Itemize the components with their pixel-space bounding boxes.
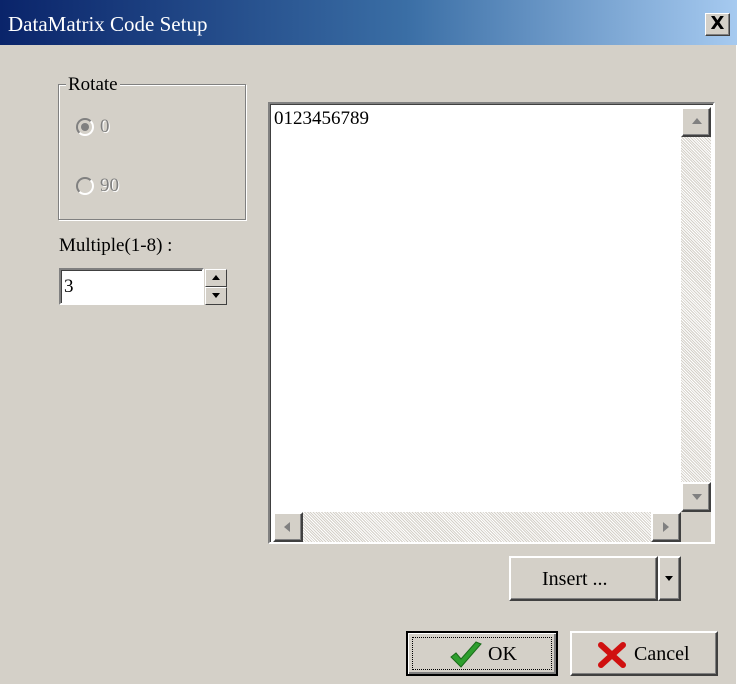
scroll-up-arrow-icon xyxy=(692,118,702,124)
scroll-left-arrow-icon xyxy=(284,522,290,532)
spin-down-icon xyxy=(212,293,220,298)
insert-dropdown-button[interactable] xyxy=(658,556,681,601)
x-mark-icon xyxy=(598,642,626,668)
content-textarea[interactable]: 0123456789 xyxy=(268,102,715,544)
multiple-spin-down-button[interactable] xyxy=(205,287,227,305)
title-bar[interactable]: DataMatrix Code Setup X xyxy=(0,0,737,45)
multiple-spin-up-button[interactable] xyxy=(205,269,227,287)
scrollbar-corner xyxy=(681,512,711,542)
scroll-down-arrow-icon xyxy=(692,494,702,500)
close-icon: X xyxy=(710,13,725,34)
dialog-window: DataMatrix Code Setup X Rotate 0 90 Mult… xyxy=(0,0,737,684)
content-text: 0123456789 xyxy=(274,108,369,129)
rotate-90-radio[interactable] xyxy=(76,177,94,195)
scroll-up-button[interactable] xyxy=(681,107,711,137)
spin-up-icon xyxy=(212,275,220,280)
rotate-0-label: 0 xyxy=(100,116,110,137)
rotate-group xyxy=(58,84,246,220)
insert-button[interactable]: Insert ... xyxy=(509,556,658,601)
cancel-button-label: Cancel xyxy=(634,643,690,665)
scroll-left-button[interactable] xyxy=(273,512,303,542)
dropdown-arrow-icon xyxy=(665,576,673,581)
multiple-value: 3 xyxy=(64,276,74,297)
close-button[interactable]: X xyxy=(705,13,730,36)
rotate-0-radio[interactable] xyxy=(76,118,94,136)
window-title: DataMatrix Code Setup xyxy=(8,12,208,36)
cancel-button[interactable]: Cancel xyxy=(570,631,718,676)
multiple-label: Multiple(1-8) : xyxy=(59,235,173,256)
insert-button-label: Insert ... xyxy=(542,568,608,590)
scroll-down-button[interactable] xyxy=(681,482,711,512)
radio-selected-dot xyxy=(81,123,89,131)
rotate-90-label: 90 xyxy=(100,175,119,196)
ok-button-label: OK xyxy=(488,643,517,665)
ok-button[interactable]: OK xyxy=(406,631,558,676)
vertical-scrollbar[interactable] xyxy=(681,107,711,512)
checkmark-icon xyxy=(450,641,482,668)
horizontal-scrollbar[interactable] xyxy=(273,512,681,542)
rotate-group-label: Rotate xyxy=(66,74,120,96)
scroll-right-button[interactable] xyxy=(651,512,681,542)
multiple-input[interactable]: 3 xyxy=(59,268,204,305)
scroll-right-arrow-icon xyxy=(663,522,669,532)
